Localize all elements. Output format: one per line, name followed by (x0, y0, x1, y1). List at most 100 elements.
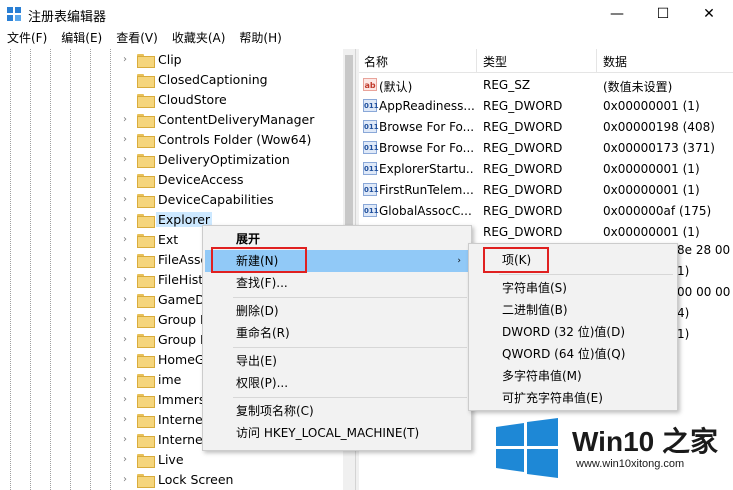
folder-icon (137, 414, 155, 428)
menu-item-9[interactable]: 权限(P)... (205, 372, 469, 394)
chevron-right-icon[interactable]: › (120, 174, 130, 186)
menu-item[interactable]: 帮助(H) (232, 28, 288, 48)
chevron-right-icon[interactable]: › (120, 114, 130, 126)
tree-item[interactable]: › Clip (120, 50, 355, 70)
maximize-button[interactable]: ☐ (640, 0, 686, 28)
column-name[interactable]: 名称 (364, 53, 388, 70)
string-value-icon: ab (363, 78, 377, 91)
menu-item[interactable]: 查看(V) (109, 28, 165, 48)
menu-item-label: 新建(N) (236, 254, 279, 268)
cell-type: REG_DWORD (483, 99, 563, 113)
folder-icon (137, 314, 155, 328)
column-data[interactable]: 数据 (603, 53, 627, 70)
tree-item-label: ContentDeliveryManager (158, 112, 315, 127)
new-submenu: 项(K) 字符串值(S) 二进制值(B) DWORD (32 位)值(D) QWORD … (468, 243, 678, 411)
tree-item[interactable]: › DeviceAccess (120, 170, 355, 190)
tree-item[interactable]: CloudStore (120, 90, 355, 110)
tree-item[interactable]: ClosedCaptioning (120, 70, 355, 90)
menu-item[interactable]: 编辑(E) (54, 28, 109, 48)
menu-separator (233, 347, 467, 348)
list-item[interactable]: ab (默认) REG_SZ (数值未设置) (359, 75, 733, 96)
menu-item[interactable]: 收藏夹(A) (165, 28, 233, 48)
binary-value-icon: 011 (363, 162, 379, 175)
folder-icon (137, 294, 155, 308)
menu-item-7[interactable]: 多字符串值(M) (471, 365, 675, 387)
tree-item-label: DeviceCapabilities (158, 192, 274, 207)
cell-data-partial: 4) (677, 306, 690, 320)
folder-icon (137, 154, 155, 168)
menu-item-label: 权限(P)... (236, 376, 289, 390)
chevron-right-icon[interactable]: › (120, 334, 130, 346)
tree-item-label: ClosedCaptioning (158, 72, 268, 87)
folder-icon (137, 114, 155, 128)
menu-item[interactable]: 文件(F) (0, 28, 54, 48)
list-item[interactable]: 011 Browse For Fo... REG_DWORD 0x00000173 (… (359, 138, 733, 159)
cell-type: REG_DWORD (483, 162, 563, 176)
close-button[interactable]: ✕ (686, 0, 732, 28)
chevron-right-icon[interactable]: › (120, 294, 130, 306)
menu-item-6[interactable]: 重命名(R) (205, 322, 469, 344)
chevron-right-icon[interactable]: › (120, 454, 130, 466)
tree-item-label: Clip (158, 52, 182, 67)
menu-item-5[interactable]: 删除(D) (205, 300, 469, 322)
menu-item-1[interactable]: 展开 (205, 228, 469, 250)
column-separator[interactable] (476, 49, 477, 73)
menu-item-6[interactable]: QWORD (64 位)值(Q) (471, 343, 675, 365)
chevron-right-icon[interactable]: › (120, 154, 130, 166)
chevron-right-icon[interactable]: › (120, 314, 130, 326)
tree-item-label: FileAsso (158, 252, 209, 267)
tree-guide-line (30, 49, 31, 490)
cell-type: REG_DWORD (483, 141, 563, 155)
chevron-right-icon[interactable]: › (120, 374, 130, 386)
menu-item-11[interactable]: 复制项名称(C) (205, 400, 469, 422)
chevron-right-icon[interactable]: › (120, 394, 130, 406)
list-item[interactable]: 011 Browse For Fo... REG_DWORD 0x00000198 (… (359, 117, 733, 138)
chevron-right-icon[interactable]: › (120, 194, 130, 206)
menu-item-8[interactable]: 导出(E) (205, 350, 469, 372)
menu-item-1[interactable]: 项(K) (471, 249, 675, 271)
tree-item-label: Internet (158, 412, 208, 427)
chevron-right-icon[interactable]: › (120, 214, 130, 226)
tree-item[interactable]: › Lock Screen (120, 470, 355, 490)
menu-item-3[interactable]: 查找(F)... (205, 272, 469, 294)
folder-icon (137, 134, 155, 148)
menu-item-12[interactable]: 访问 HKEY_LOCAL_MACHINE(T) (205, 422, 469, 444)
cell-data: 0x00000198 (408) (603, 120, 715, 134)
chevron-right-icon[interactable]: › (120, 134, 130, 146)
list-item[interactable]: 011 ExplorerStartu... REG_DWORD 0x00000001 … (359, 159, 733, 180)
tree-item[interactable]: › DeviceCapabilities (120, 190, 355, 210)
menu-item-5[interactable]: DWORD (32 位)值(D) (471, 321, 675, 343)
tree-item-label: Group P (158, 332, 208, 347)
binary-value-icon: 011 (363, 99, 379, 112)
tree-item[interactable]: › Live (120, 450, 355, 470)
context-menu: 展开 新建(N) › 查找(F)... 删除(D) 重命名(R) 导出(E) 权限(P)...… (202, 225, 472, 451)
menu-item-4[interactable]: 二进制值(B) (471, 299, 675, 321)
chevron-right-icon[interactable]: › (120, 254, 130, 266)
chevron-right-icon[interactable]: › (120, 414, 130, 426)
menu-item-label: 二进制值(B) (502, 303, 568, 317)
binary-value-icon: 011 (363, 204, 379, 217)
chevron-right-icon[interactable]: › (120, 274, 130, 286)
list-item[interactable]: 011 GlobalAssocC... REG_DWORD 0x000000af (1… (359, 201, 733, 222)
folder-icon (137, 474, 155, 488)
chevron-right-icon[interactable]: › (120, 474, 130, 486)
tree-item[interactable]: › DeliveryOptimization (120, 150, 355, 170)
folder-icon (137, 194, 155, 208)
tree-item[interactable]: › ContentDeliveryManager (120, 110, 355, 130)
chevron-right-icon[interactable]: › (120, 434, 130, 446)
chevron-right-icon[interactable]: › (120, 54, 130, 66)
menu-item-3[interactable]: 字符串值(S) (471, 277, 675, 299)
list-item[interactable]: 011 FirstRunTelem... REG_DWORD 0x00000001 (… (359, 180, 733, 201)
menu-item-2[interactable]: 新建(N) › (205, 250, 469, 272)
column-separator[interactable] (596, 49, 597, 73)
tree-item[interactable]: › Controls Folder (Wow64) (120, 130, 355, 150)
chevron-right-icon[interactable]: › (120, 234, 130, 246)
tree-guide-line (10, 49, 11, 490)
chevron-right-icon[interactable]: › (120, 354, 130, 366)
column-type[interactable]: 类型 (483, 53, 507, 70)
list-item[interactable]: 011 AppReadiness... REG_DWORD 0x00000001 (1… (359, 96, 733, 117)
menu-bar: 文件(F) 编辑(E) 查看(V) 收藏夹(A) 帮助(H) (0, 28, 733, 48)
tree-item-label: Immers (158, 392, 206, 407)
tree-item-label: HomeG (158, 352, 205, 367)
minimize-button[interactable]: — (594, 0, 640, 28)
